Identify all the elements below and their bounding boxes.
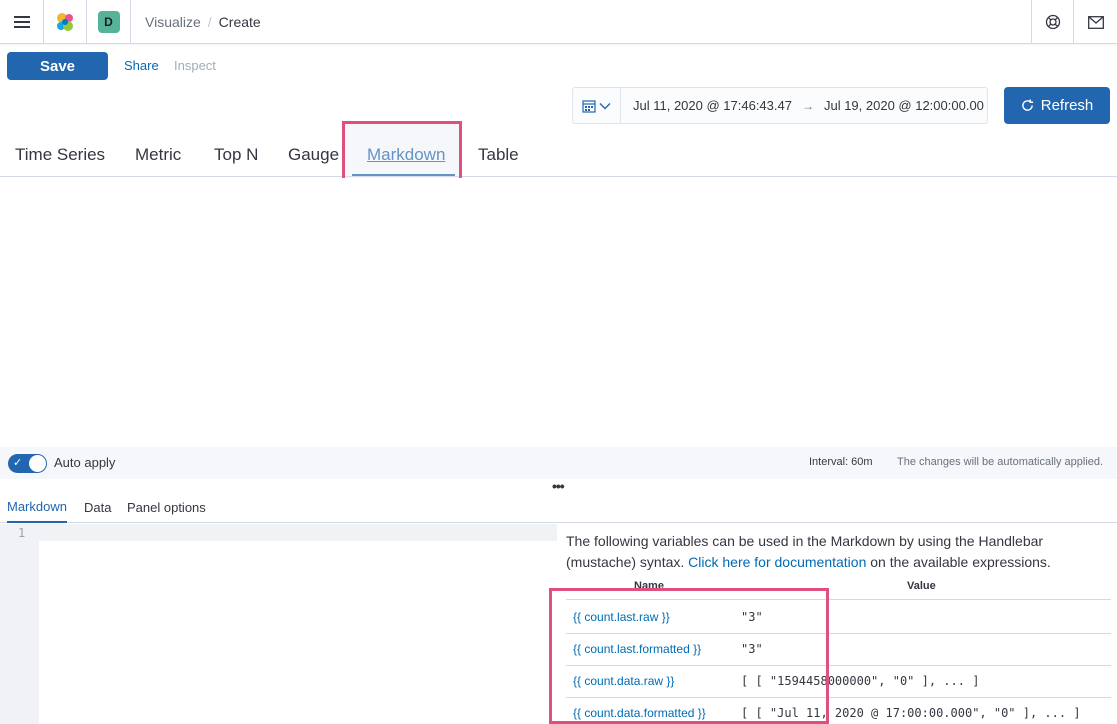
tab-metric[interactable]: Metric (135, 133, 181, 177)
space-avatar: D (97, 11, 120, 33)
elastic-logo-icon (57, 13, 73, 31)
share-link[interactable]: Share (124, 58, 159, 73)
save-button[interactable]: Save (7, 52, 108, 80)
mail-icon (1087, 15, 1104, 29)
quick-menu-button[interactable] (573, 88, 621, 123)
tab-time-series[interactable]: Time Series (15, 133, 105, 177)
top-header: D Visualize / Create (0, 0, 1117, 44)
refresh-button[interactable]: Refresh (1004, 87, 1110, 124)
visualization-preview (0, 178, 1117, 447)
active-line (39, 524, 557, 541)
highlight-box-variables (549, 588, 829, 724)
line-number: 1 (18, 526, 26, 540)
tab-gauge[interactable]: Gauge (288, 133, 339, 177)
tab-editor-panel-options[interactable]: Panel options (127, 492, 206, 523)
markdown-code-editor[interactable]: 1 (0, 524, 557, 724)
space-selector[interactable]: D (87, 0, 131, 44)
date-picker: Jul 11, 2020 @ 17:46:43.47 → Jul 19, 202… (572, 87, 988, 124)
calendar-icon (582, 99, 596, 113)
menu-button[interactable] (0, 0, 44, 44)
tab-top-n[interactable]: Top N (214, 133, 258, 177)
end-date[interactable]: Jul 19, 2020 @ 12:00:00.00 (824, 98, 984, 113)
tab-editor-markdown[interactable]: Markdown (7, 492, 67, 523)
auto-apply-label: Auto apply (54, 455, 116, 470)
check-icon: ✓ (13, 457, 23, 469)
breadcrumb-visualize[interactable]: Visualize (145, 14, 201, 30)
editor-gutter: 1 (0, 524, 39, 724)
hamburger-icon (13, 16, 30, 28)
auto-apply-switch[interactable]: ✓ (8, 454, 47, 473)
chevron-down-icon (599, 102, 611, 109)
visualization-type-tabs: Time Series Metric Top N Gauge Markdown … (0, 133, 1117, 177)
breadcrumb: Visualize / Create (145, 0, 261, 44)
auto-apply-note: The changes will be automatically applie… (897, 456, 1104, 468)
variables-panel: The following variables can be used in t… (566, 531, 1111, 720)
inspect-link[interactable]: Inspect (174, 58, 216, 73)
kibana-logo-button[interactable] (44, 0, 87, 44)
tab-editor-data[interactable]: Data (84, 492, 111, 523)
breadcrumb-separator: / (207, 14, 212, 30)
start-date[interactable]: Jul 11, 2020 @ 17:46:43.47 (633, 98, 792, 113)
help-lifebuoy-icon (1045, 14, 1060, 30)
editor-tabs: Markdown Data Panel options (0, 492, 1117, 523)
documentation-link[interactable]: Click here for documentation (688, 554, 866, 570)
range-arrow-icon: → (801, 98, 814, 113)
variables-intro: The following variables can be used in t… (566, 533, 1051, 570)
column-value-header: Value (907, 580, 936, 592)
newsfeed-button[interactable] (1073, 0, 1117, 44)
refresh-icon (1021, 99, 1033, 111)
interval-label: Interval: 60m (809, 456, 873, 468)
help-button[interactable] (1031, 0, 1073, 44)
refresh-label: Refresh (1040, 97, 1094, 114)
breadcrumb-create: Create (218, 14, 261, 30)
tab-table[interactable]: Table (478, 133, 519, 177)
switch-knob (29, 455, 46, 472)
